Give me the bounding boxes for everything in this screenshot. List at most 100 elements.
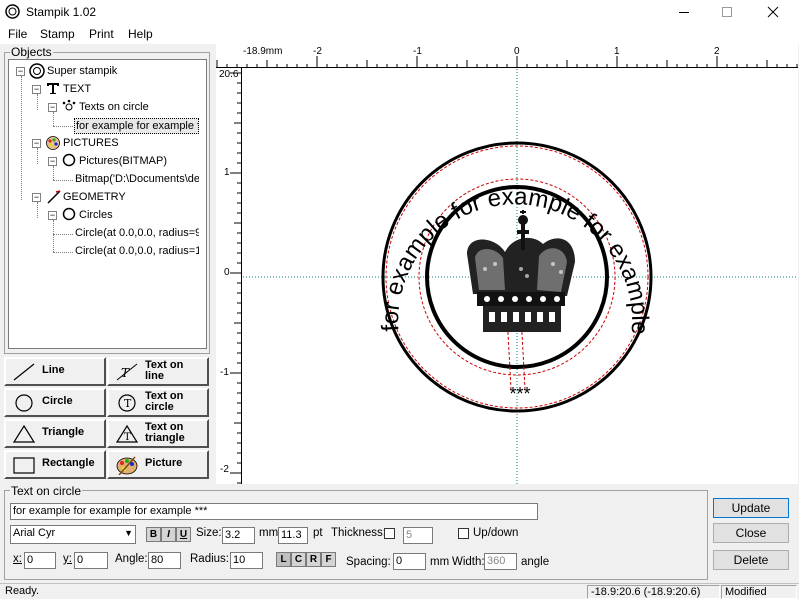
rectangle-tool-button[interactable]: Rectangle xyxy=(4,450,106,479)
tree-line xyxy=(21,76,22,200)
tree-collapse-toggle[interactable]: − xyxy=(48,211,57,220)
vertical-ruler: 20.6 1 0 -1 -2 xyxy=(216,68,242,484)
close-panel-button[interactable]: Close xyxy=(713,523,789,543)
align-left-button[interactable]: L xyxy=(276,552,291,567)
minimize-button[interactable] xyxy=(661,0,707,24)
size-pt-input[interactable]: 11.3 xyxy=(278,527,308,544)
objects-tree[interactable]: − − − − − − − Super stampik TEXT Texts o… xyxy=(8,59,207,349)
menu-print[interactable]: Print xyxy=(89,27,114,41)
circle-tool-button[interactable]: Circle xyxy=(4,388,106,417)
width-input[interactable]: 360 xyxy=(484,553,517,570)
italic-button[interactable]: I xyxy=(161,527,176,542)
font-select[interactable]: Arial Cyr ▼ xyxy=(10,525,136,544)
tree-node-circle-2[interactable]: Circle(at 0.0,0.0, radius=13 xyxy=(75,244,199,258)
svg-text:T: T xyxy=(124,397,132,410)
tree-line xyxy=(53,166,54,180)
tree-node-root[interactable]: Super stampik xyxy=(47,64,117,78)
status-coordinates: -18.9:20.6 (-18.9:20.6) mm xyxy=(587,585,720,599)
y-input[interactable]: 0 xyxy=(74,552,108,569)
spacing-input[interactable]: 0 xyxy=(393,553,426,570)
tree-collapse-toggle[interactable]: − xyxy=(16,67,25,76)
text-icon xyxy=(47,83,59,94)
tree-collapse-toggle[interactable]: − xyxy=(48,157,57,166)
tree-node-circle-1[interactable]: Circle(at 0.0,0.0, radius=9. xyxy=(75,226,199,240)
font-select-value: Arial Cyr xyxy=(13,527,56,539)
text-on-line-icon: T xyxy=(116,363,138,381)
chevron-down-icon: ▼ xyxy=(124,528,133,538)
menu-help[interactable]: Help xyxy=(128,27,153,41)
tree-node-text[interactable]: TEXT xyxy=(63,82,91,96)
window-title: Stampik 1.02 xyxy=(26,5,97,19)
text-on-triangle-tool-button[interactable]: T Text on triangle xyxy=(107,419,209,448)
delete-button[interactable]: Delete xyxy=(713,550,789,570)
tree-node-bitmap[interactable]: Bitmap('D:\Documents\de xyxy=(75,172,199,186)
tree-collapse-toggle[interactable]: − xyxy=(48,103,57,112)
align-right-button[interactable]: R xyxy=(306,552,321,567)
tree-collapse-toggle[interactable]: − xyxy=(32,85,41,94)
pt-label: pt xyxy=(313,527,323,539)
ruler-h-label: 0 xyxy=(514,46,520,57)
tree-line xyxy=(53,234,73,235)
tree-node-circles[interactable]: Circles xyxy=(79,208,113,222)
geometry-icon xyxy=(47,190,61,204)
angle-input[interactable]: 80 xyxy=(148,552,181,569)
title-bar: Stampik 1.02 xyxy=(0,0,799,24)
palette-icon xyxy=(116,456,138,475)
text-on-circle-tool-button[interactable]: T Text on circle xyxy=(107,388,209,417)
ruler-v-label: 20.6 xyxy=(219,69,239,80)
text-on-triangle-icon: T xyxy=(115,424,139,443)
status-ready: Ready. xyxy=(5,585,40,597)
stamp-drawing[interactable]: for example for example for example *** xyxy=(243,69,798,484)
underline-button[interactable]: U xyxy=(176,527,191,542)
menu-file[interactable]: File xyxy=(8,27,27,41)
circle-node-icon xyxy=(62,153,76,167)
size-mm-input[interactable]: 3.2 xyxy=(222,527,255,544)
y-label: y: xyxy=(63,553,72,565)
app-stamp-icon xyxy=(5,4,20,19)
picture-tool-button[interactable]: Picture xyxy=(107,450,209,479)
horizontal-ruler: -18.9mm -2 -1 0 1 2 xyxy=(216,44,798,68)
stamp-icon xyxy=(29,63,45,79)
thickness-input[interactable]: 5 xyxy=(403,527,433,544)
width-unit-label: angle xyxy=(521,556,550,568)
radius-label: Radius: xyxy=(190,553,229,565)
tree-line xyxy=(53,180,73,181)
crown-icon[interactable] xyxy=(467,210,575,332)
x-label: x: xyxy=(13,553,22,565)
menu-stamp[interactable]: Stamp xyxy=(40,27,75,41)
close-window-button[interactable] xyxy=(750,0,796,24)
ruler-h-label: -1 xyxy=(413,46,422,57)
rectangle-icon xyxy=(13,457,35,474)
thickness-label: Thickness: xyxy=(331,527,386,539)
ruler-h-label: -2 xyxy=(313,46,322,57)
line-tool-button[interactable]: Line xyxy=(4,357,106,386)
maximize-button[interactable] xyxy=(704,0,750,24)
triangle-tool-button[interactable]: Triangle xyxy=(4,419,106,448)
radius-input[interactable]: 10 xyxy=(230,552,263,569)
align-fill-button[interactable]: F xyxy=(321,552,336,567)
tree-node-geometry[interactable]: GEOMETRY xyxy=(63,190,126,204)
updown-checkbox[interactable] xyxy=(458,528,469,539)
tree-node-pictures-bitmap[interactable]: Pictures(BITMAP) xyxy=(79,154,167,168)
update-button[interactable]: Update xyxy=(713,498,789,518)
tree-line xyxy=(53,252,73,253)
circle-text-input[interactable]: for example for example for example *** xyxy=(10,503,538,520)
ruler-v-label: 0 xyxy=(224,267,230,278)
svg-text:T: T xyxy=(121,366,130,380)
text-on-line-tool-button[interactable]: T Text on line xyxy=(107,357,209,386)
tree-node-pictures[interactable]: PICTURES xyxy=(63,136,119,150)
ruler-v-label: 1 xyxy=(224,167,230,178)
thickness-checkbox[interactable] xyxy=(384,528,395,539)
menu-bar: File Stamp Print Help xyxy=(0,24,799,44)
tree-collapse-toggle[interactable]: − xyxy=(32,139,41,148)
tree-line xyxy=(37,202,38,218)
tree-node-selected-text[interactable]: for example for example fo xyxy=(74,118,199,134)
bold-button[interactable]: B xyxy=(146,527,161,542)
x-input[interactable]: 0 xyxy=(24,552,56,569)
ruler-ticks xyxy=(216,56,798,68)
align-center-button[interactable]: C xyxy=(291,552,306,567)
tree-node-texts-on-circle[interactable]: Texts on circle xyxy=(79,100,149,114)
angle-label: Angle: xyxy=(115,553,148,565)
mm-label: mm xyxy=(259,527,279,539)
tree-collapse-toggle[interactable]: − xyxy=(32,193,41,202)
